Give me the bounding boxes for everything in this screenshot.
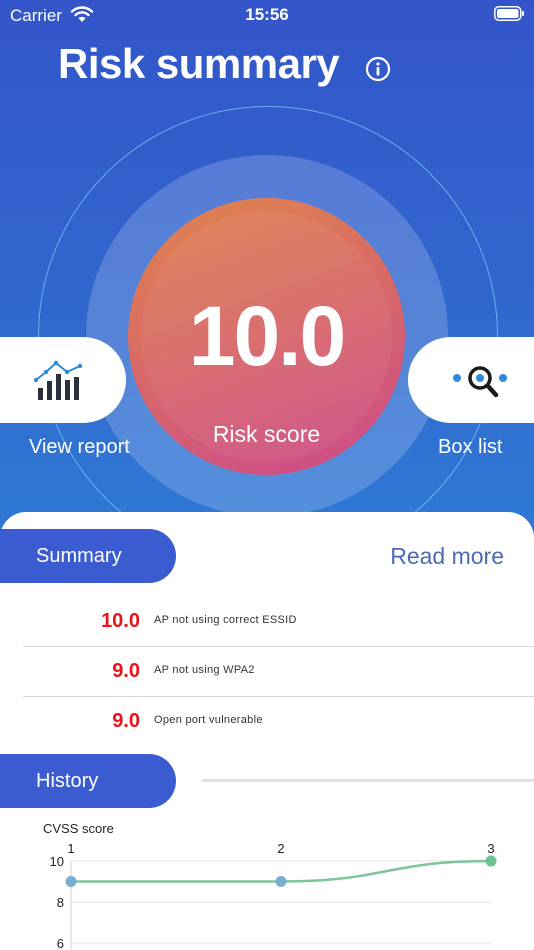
risk-score-label: Risk score <box>212 421 321 447</box>
list-item[interactable]: 9.0 Open port vulnerable <box>23 697 534 747</box>
battery-icon <box>494 6 524 21</box>
list-item[interactable]: 9.0 AP not using WPA2 <box>23 647 534 697</box>
x-tick-label: 1 <box>67 841 74 856</box>
search-icon <box>453 366 507 398</box>
view-report-label[interactable]: View report <box>29 436 130 459</box>
y-axis-label: CVSS score <box>43 821 114 836</box>
y-tick-label: 8 <box>57 895 64 910</box>
data-point <box>275 876 287 887</box>
summary-tab[interactable]: Summary <box>0 529 176 583</box>
y-tick-label: 6 <box>57 936 64 950</box>
y-tick-label: 10 <box>50 854 64 869</box>
x-tick-label: 2 <box>277 841 284 856</box>
x-tick-label: 3 <box>487 841 494 856</box>
risk-score-value: 10.0 <box>188 289 347 383</box>
box-list-label[interactable]: Box list <box>438 436 502 459</box>
risk-item-text: AP not using correct ESSID <box>154 614 297 626</box>
risk-item-text: Open port vulnerable <box>154 714 263 726</box>
clock: 15:56 <box>245 5 289 24</box>
cvss-history-chart: CVSS score 10 8 6 1 2 3 <box>43 821 497 950</box>
list-item[interactable]: 10.0 AP not using correct ESSID <box>23 597 534 647</box>
risk-item-text: AP not using WPA2 <box>154 664 255 676</box>
info-icon[interactable] <box>365 56 391 82</box>
risk-item-score: 9.0 <box>112 660 140 682</box>
page-title: Risk summary <box>58 40 340 87</box>
risk-item-score: 9.0 <box>112 710 140 732</box>
data-point <box>65 876 77 887</box>
chart-report-icon <box>34 360 83 400</box>
risk-hero: Carrier 15:56 Risk summary 10.0 Risk sco… <box>0 0 534 560</box>
risk-item-score: 10.0 <box>101 610 140 632</box>
history-divider <box>202 779 534 782</box>
status-bar: Carrier 15:56 <box>0 0 534 30</box>
history-tab[interactable]: History <box>0 754 176 808</box>
read-more-link[interactable]: Read more <box>390 543 504 570</box>
data-point <box>485 855 497 867</box>
